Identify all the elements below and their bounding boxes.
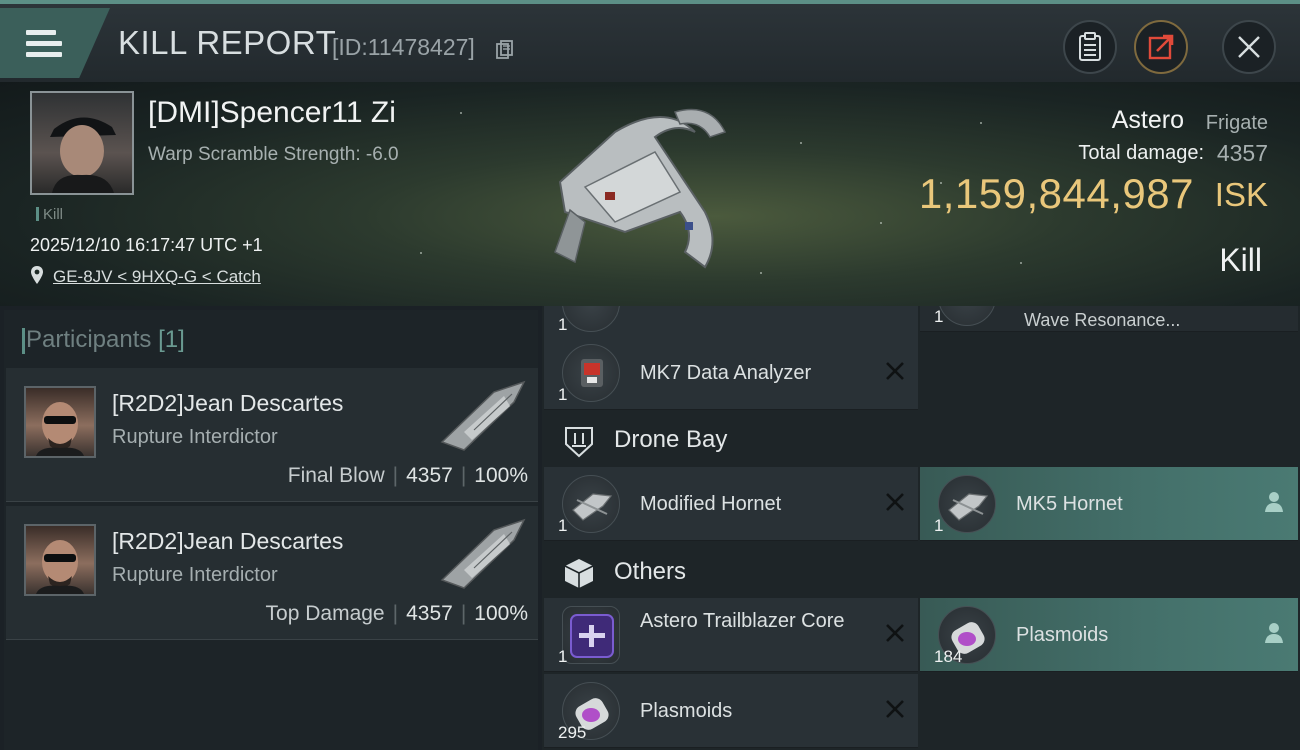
- item-row-partial[interactable]: 1: [544, 306, 918, 340]
- hornet-drone-icon: [562, 475, 620, 533]
- hornet-drone-icon: [938, 475, 996, 533]
- item-row-dropped[interactable]: 1 MK5 Hornet: [920, 467, 1298, 541]
- drone-bay-icon: [565, 427, 593, 458]
- location-pin-icon: [31, 266, 43, 284]
- section-drone-bay: Drone Bay: [544, 412, 1300, 466]
- item-quantity: 1: [558, 516, 568, 535]
- destroyed-icon: [886, 700, 904, 718]
- total-damage-value: 4357: [1216, 140, 1268, 166]
- menu-icon: [26, 30, 62, 60]
- participant-role: Final Blow: [287, 464, 385, 487]
- participants-label: Participants: [26, 326, 152, 353]
- module-icon: [562, 306, 620, 332]
- rupture-ship-icon: [440, 518, 526, 589]
- share-button[interactable]: [1134, 20, 1188, 74]
- item-quantity: 1: [934, 516, 944, 535]
- section-others: Others: [544, 544, 1300, 598]
- participant-percent: 100%: [474, 464, 528, 487]
- isk-value: 1,159,844,987: [918, 170, 1194, 217]
- astero-ship-render: [554, 108, 727, 269]
- participant-name[interactable]: [R2D2]Jean Descartes: [112, 390, 343, 417]
- isk-unit: ISK: [1214, 176, 1268, 213]
- participants-header: Participants [1]: [22, 326, 185, 354]
- item-quantity: 295: [558, 723, 587, 742]
- stats-separator: |: [392, 602, 399, 625]
- participant-role: Top Damage: [265, 602, 385, 625]
- location-link[interactable]: GE-8JV < 9HXQ-G < Catch: [53, 267, 261, 287]
- item-quantity: 1: [558, 647, 568, 666]
- person-icon: [1265, 492, 1283, 512]
- kill-outcome: Kill: [1219, 242, 1262, 278]
- section-title: Others: [614, 558, 687, 585]
- person-icon: [1265, 623, 1283, 643]
- items-panel[interactable]: 1 1 Wave Resonance... 1 MK7 Data Analyze…: [542, 306, 1300, 750]
- item-name: MK7 Data Analyzer: [640, 362, 812, 384]
- item-row[interactable]: 1 Modified Hornet: [544, 467, 918, 541]
- item-row-dropped[interactable]: 184 Plasmoids: [920, 598, 1298, 672]
- warp-scramble-strength: Warp Scramble Strength: -6.0: [148, 144, 399, 165]
- trailblazer-core-icon: [562, 606, 620, 664]
- box-icon: [564, 559, 594, 588]
- participants-panel: Participants [1] [R2D2]Jean Descartes Ru…: [4, 310, 538, 750]
- participant-damage: 4357: [406, 602, 453, 625]
- participant-ship: Rupture Interdictor: [112, 564, 278, 586]
- participant-row[interactable]: [R2D2]Jean Descartes Rupture Interdictor…: [6, 506, 538, 640]
- top-bar: KILL REPORT [ID:11478427]: [0, 0, 1300, 82]
- item-row-partial[interactable]: 1 Wave Resonance...: [920, 306, 1298, 332]
- participant-avatar[interactable]: [24, 524, 96, 596]
- close-icon: [1238, 36, 1260, 58]
- item-row[interactable]: 1 Astero Trailblazer Core: [544, 598, 918, 672]
- destroyed-icon: [886, 624, 904, 642]
- destroyed-icon: [886, 493, 904, 511]
- destroyed-icon: [886, 362, 904, 380]
- victim-avatar[interactable]: [30, 91, 134, 195]
- menu-button[interactable]: [0, 8, 110, 78]
- data-analyzer-icon: [562, 344, 620, 402]
- participant-ship: Rupture Interdictor: [112, 426, 278, 448]
- item-quantity: 1: [558, 315, 568, 334]
- participant-damage: 4357: [406, 464, 453, 487]
- participant-row[interactable]: [R2D2]Jean Descartes Rupture Interdictor…: [6, 368, 538, 502]
- item-row[interactable]: 295 Plasmoids: [544, 674, 918, 748]
- victim-name[interactable]: [DMI]Spencer11 Zi: [148, 96, 396, 130]
- item-name: Plasmoids: [640, 700, 733, 722]
- total-damage-label: Total damage:: [1078, 142, 1204, 164]
- victim-banner: [DMI]Spencer11 Zi Warp Scramble Strength…: [0, 82, 1300, 306]
- stats-separator: |: [460, 602, 467, 625]
- item-name: Modified Hornet: [640, 493, 782, 515]
- kill-tag: Kill: [36, 206, 63, 223]
- stats-separator: |: [392, 464, 399, 487]
- item-quantity: 184: [934, 647, 963, 666]
- rupture-ship-icon: [440, 380, 526, 451]
- victim-ship-class: Frigate: [1205, 112, 1268, 134]
- item-name: Wave Resonance...: [1024, 310, 1181, 330]
- copy-icon[interactable]: [496, 40, 514, 60]
- participant-avatar[interactable]: [24, 386, 96, 458]
- share-icon: [1148, 34, 1174, 60]
- item-name: MK5 Hornet: [1016, 493, 1123, 515]
- item-quantity: 1: [558, 385, 568, 404]
- kill-timestamp: 2025/12/10 16:17:47 UTC +1: [30, 235, 263, 255]
- page-title: KILL REPORT: [118, 24, 337, 61]
- clipboard-button[interactable]: [1063, 20, 1117, 74]
- item-quantity: 1: [934, 307, 944, 326]
- item-row[interactable]: 1 MK7 Data Analyzer: [544, 336, 918, 410]
- participant-stats: Top Damage | 4357 | 100%: [266, 602, 528, 626]
- participant-name[interactable]: [R2D2]Jean Descartes: [112, 528, 343, 555]
- item-name: Plasmoids: [1016, 624, 1109, 646]
- item-name: Astero Trailblazer Core: [640, 610, 845, 632]
- participants-count: [1]: [158, 326, 185, 353]
- participant-percent: 100%: [474, 602, 528, 625]
- clipboard-icon: [1079, 32, 1101, 61]
- close-button[interactable]: [1222, 20, 1276, 74]
- section-title: Drone Bay: [614, 426, 728, 453]
- stats-separator: |: [460, 464, 467, 487]
- report-id: [ID:11478427]: [332, 34, 475, 60]
- module-icon: [938, 306, 996, 326]
- victim-ship-name: Astero: [1111, 106, 1184, 134]
- participant-stats: Final Blow | 4357 | 100%: [288, 464, 528, 488]
